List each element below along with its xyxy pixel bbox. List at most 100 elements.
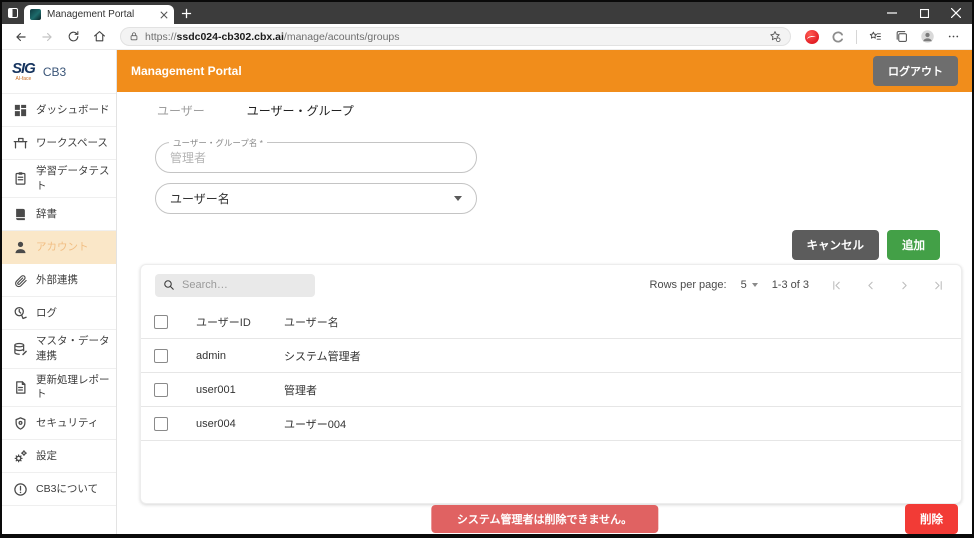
new-tab-icon[interactable] xyxy=(174,2,198,24)
user-select-value: ユーザー名 xyxy=(170,190,454,207)
report-icon xyxy=(12,380,28,395)
paperclip-icon xyxy=(12,273,28,288)
row-checkbox[interactable] xyxy=(154,417,168,431)
url-text: https://ssdc024-cb302.cbx.ai/manage/acou… xyxy=(145,31,762,43)
back-icon[interactable] xyxy=(10,27,32,47)
add-button[interactable]: 追加 xyxy=(887,230,940,260)
logo-subtext: AI-face xyxy=(16,77,32,82)
sidebar-item-master-data-link[interactable]: マスタ・データ連携 xyxy=(2,330,116,368)
sidebar-item-about[interactable]: CB3について xyxy=(2,473,116,506)
row-checkbox[interactable] xyxy=(154,349,168,363)
minimize-icon[interactable] xyxy=(876,2,908,24)
sidebar: SIG AI-face CB3 ダッシュボード ワークスペース 学習データテスト xyxy=(2,50,117,534)
extension-red-icon[interactable] xyxy=(801,27,823,47)
collections-icon[interactable] xyxy=(890,27,912,47)
pagination: Rows per page: 5 1-3 of 3 xyxy=(650,276,947,294)
row-checkbox[interactable] xyxy=(154,383,168,397)
browser-window: Management Portal xyxy=(0,0,974,538)
tab-users[interactable]: ユーザー xyxy=(157,102,205,119)
browser-tab[interactable]: Management Portal xyxy=(24,5,174,24)
page-footer: システム管理者は削除できません。 削除 xyxy=(117,504,972,534)
toolbar-divider xyxy=(856,30,857,44)
tab-favicon xyxy=(30,9,41,20)
cell-user-id: admin xyxy=(196,350,284,362)
tab-close-icon[interactable] xyxy=(160,11,168,19)
group-name-field[interactable]: ユーザー・グループ名 * xyxy=(155,142,477,173)
search-icon xyxy=(163,279,175,291)
site-permissions-icon[interactable] xyxy=(768,30,782,43)
tab-title: Management Portal xyxy=(47,9,154,20)
address-bar[interactable]: https://ssdc024-cb302.cbx.ai/manage/acou… xyxy=(120,27,791,46)
chevron-down-icon xyxy=(454,196,462,201)
group-name-input[interactable] xyxy=(170,151,462,165)
sidebar-item-log[interactable]: ログ xyxy=(2,297,116,330)
table-row[interactable]: user004 ユーザー004 xyxy=(141,407,961,441)
chevron-down-icon xyxy=(752,283,758,287)
forward-icon[interactable] xyxy=(36,27,58,47)
cell-user-name: ユーザー004 xyxy=(284,416,961,432)
home-icon[interactable] xyxy=(88,27,110,47)
sidebar-item-workspace[interactable]: ワークスペース xyxy=(2,127,116,160)
page-title: Management Portal xyxy=(131,64,873,78)
sidebar-item-accounts[interactable]: アカウント xyxy=(2,231,116,264)
maximize-icon[interactable] xyxy=(908,2,940,24)
dashboard-icon xyxy=(12,103,28,118)
app-root: SIG AI-face CB3 ダッシュボード ワークスペース 学習データテスト xyxy=(2,50,972,534)
rows-per-page-label: Rows per page: xyxy=(650,279,727,291)
delete-button[interactable]: 削除 xyxy=(905,504,958,534)
workspace-icon xyxy=(12,136,28,151)
info-icon xyxy=(12,482,28,497)
window-controls xyxy=(876,2,972,24)
cell-user-id: user001 xyxy=(196,384,284,396)
person-icon xyxy=(12,240,28,255)
app-header: Management Portal ログアウト xyxy=(117,50,972,92)
cancel-button[interactable]: キャンセル xyxy=(792,230,880,260)
browser-toolbar: https://ssdc024-cb302.cbx.ai/manage/acou… xyxy=(2,24,972,50)
sidebar-item-settings[interactable]: 設定 xyxy=(2,440,116,473)
lock-icon xyxy=(129,31,139,42)
next-page-icon[interactable] xyxy=(895,276,913,294)
sig-logo: SIG AI-face xyxy=(12,61,35,82)
logout-button[interactable]: ログアウト xyxy=(873,56,958,86)
group-form: ユーザー・グループ名 * ユーザー名 xyxy=(117,142,972,214)
previous-page-icon[interactable] xyxy=(861,276,879,294)
sidebar-item-dictionary[interactable]: 辞書 xyxy=(2,198,116,231)
gear-icon xyxy=(12,449,28,464)
favorites-icon[interactable] xyxy=(864,27,886,47)
brand-name: CB3 xyxy=(43,65,66,79)
sidebar-item-dashboard[interactable]: ダッシュボード xyxy=(2,94,116,127)
tab-actions-menu-icon[interactable] xyxy=(2,2,24,24)
table-row[interactable]: admin システム管理者 xyxy=(141,339,961,373)
first-page-icon[interactable] xyxy=(827,276,845,294)
logo-text: SIG xyxy=(12,61,35,76)
sidebar-nav: ダッシュボード ワークスペース 学習データテスト 辞書 アカウント xyxy=(2,94,116,534)
cell-user-name: システム管理者 xyxy=(284,348,961,364)
profile-avatar-icon[interactable] xyxy=(916,27,938,47)
sidebar-item-security[interactable]: セキュリティ xyxy=(2,407,116,440)
book-icon xyxy=(12,207,28,222)
tab-user-groups[interactable]: ユーザー・グループ xyxy=(247,102,354,119)
browser-menu-icon[interactable] xyxy=(942,27,964,47)
refresh-icon[interactable] xyxy=(62,27,84,47)
users-table-card: Rows per page: 5 1-3 of 3 xyxy=(140,264,962,504)
close-window-icon[interactable] xyxy=(940,2,972,24)
select-all-checkbox[interactable] xyxy=(154,315,168,329)
cell-user-id: user004 xyxy=(196,418,284,430)
last-page-icon[interactable] xyxy=(929,276,947,294)
rows-per-page-select[interactable]: 5 xyxy=(741,279,758,291)
sidebar-item-learning-data-test[interactable]: 学習データテスト xyxy=(2,160,116,198)
search-input[interactable] xyxy=(182,279,307,291)
table-row[interactable]: user001 管理者 xyxy=(141,373,961,407)
app-logo: SIG AI-face CB3 xyxy=(2,50,116,94)
main-content: Management Portal ログアウト ユーザー ユーザー・グループ ユ… xyxy=(117,50,972,534)
table-toolbar: Rows per page: 5 1-3 of 3 xyxy=(141,265,961,305)
user-name-select[interactable]: ユーザー名 xyxy=(155,183,477,214)
clipboard-icon xyxy=(12,171,28,186)
table-header-row: ユーザーID ユーザー名 xyxy=(141,305,961,339)
sidebar-item-update-report[interactable]: 更新処理レポート xyxy=(2,369,116,407)
sidebar-item-external-link[interactable]: 外部連携 xyxy=(2,264,116,297)
extension-gray-icon[interactable] xyxy=(827,27,849,47)
form-actions: キャンセル 追加 xyxy=(117,230,972,260)
url-path: /manage/acounts/groups xyxy=(284,31,400,43)
search-box[interactable] xyxy=(155,274,315,297)
